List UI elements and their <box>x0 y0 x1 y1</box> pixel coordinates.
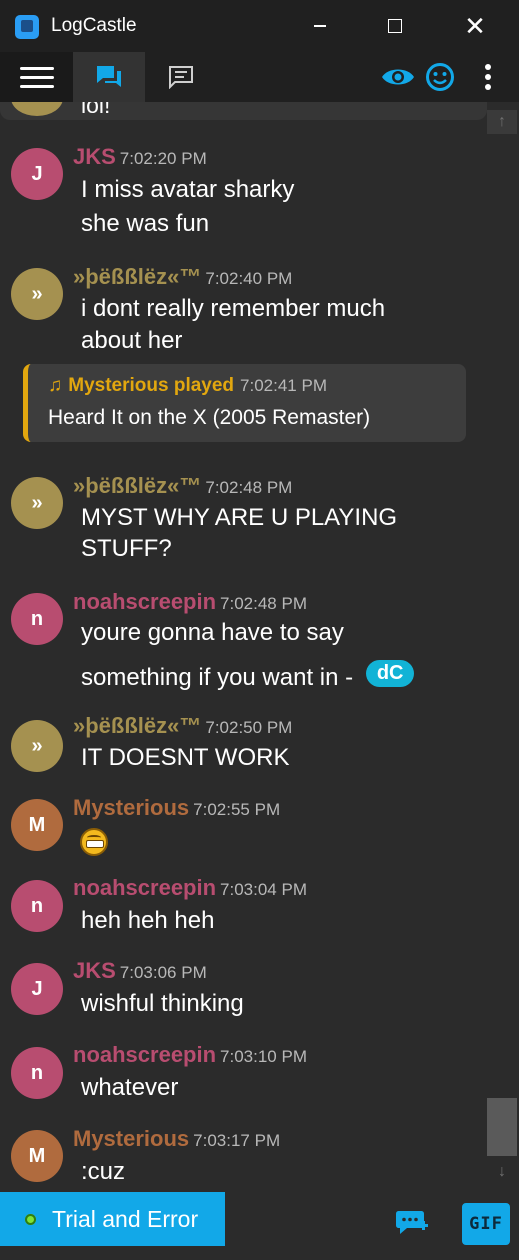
logcastle-app-icon <box>15 15 39 39</box>
music-note-icon: ♫ <box>48 375 63 396</box>
avatar[interactable]: n <box>11 593 63 645</box>
avatar[interactable]: » <box>11 477 63 529</box>
scroll-thumb[interactable] <box>487 1098 517 1156</box>
timestamp: 7:03:17 PM <box>193 1131 281 1150</box>
more-vertical-icon[interactable] <box>476 52 500 102</box>
timestamp: 7:02:50 PM <box>205 718 293 737</box>
timestamp: 7:02:48 PM <box>220 594 307 613</box>
scrollbar[interactable]: ↑ ↓ <box>487 102 519 1190</box>
window-title: LogCastle <box>51 15 137 36</box>
new-chat-icon <box>396 1211 428 1234</box>
avatar[interactable]: M <box>11 799 63 851</box>
username[interactable]: »þëßßlëz«™ <box>73 264 201 289</box>
message-text: :cuz <box>81 1158 126 1185</box>
avatar[interactable]: M <box>11 1130 63 1182</box>
username[interactable]: »þëßßlëz«™ <box>73 713 201 738</box>
music-played-notice: ♫ Mysterious played 7:02:41 PM Heard It on… <box>23 364 466 442</box>
online-status-icon <box>25 1213 36 1225</box>
message-text: wishful thinking <box>81 990 244 1017</box>
message-text: about her <box>81 327 183 354</box>
message-text: STUFF? <box>81 535 172 562</box>
timestamp: 7:02:20 PM <box>119 149 207 168</box>
avatar[interactable]: n <box>11 1047 63 1099</box>
username[interactable]: JKS <box>73 958 116 983</box>
message-text: IT DOESNT WORK <box>81 744 290 771</box>
previous-message: lol! <box>0 102 487 120</box>
minimize-button[interactable] <box>291 0 349 52</box>
chat-bubbles-icon <box>97 66 121 87</box>
username[interactable]: »þëßßlëz«™ <box>73 473 201 498</box>
eye-icon[interactable] <box>380 52 416 102</box>
hamburger-menu-icon[interactable] <box>0 52 73 102</box>
tab-chat[interactable] <box>73 52 145 102</box>
avatar[interactable]: » <box>11 268 63 320</box>
dc-badge[interactable]: dC <box>365 660 415 687</box>
username[interactable]: noahscreepin <box>73 875 216 900</box>
maximize-button[interactable] <box>366 0 424 52</box>
message-text: something if you want in - <box>81 664 360 691</box>
avatar <box>11 102 63 116</box>
message-text: she was fun <box>81 210 210 237</box>
username[interactable]: Mysterious <box>73 1126 189 1151</box>
scroll-down-arrow-icon[interactable]: ↓ <box>487 1160 517 1184</box>
tab-messages[interactable] <box>145 52 217 102</box>
song-title: Heard It on the X (2005 Remaster) <box>48 406 371 429</box>
message-list: lol! J JKS 7:02:20 PM I miss avatar shark… <box>0 102 487 1190</box>
music-notice-user[interactable]: Mysterious played <box>68 375 234 396</box>
toolbar <box>0 52 519 102</box>
timestamp: 7:02:41 PM <box>240 376 327 395</box>
smiley-icon[interactable] <box>423 52 457 102</box>
message-text: I miss avatar sharky <box>81 176 295 203</box>
avatar[interactable]: J <box>11 963 63 1015</box>
scroll-up-arrow-icon[interactable]: ↑ <box>487 110 517 134</box>
grimace-emoji-icon <box>80 828 108 856</box>
message-text: whatever <box>81 1074 179 1101</box>
title-bar: LogCastle ✕ <box>0 0 519 52</box>
gif-button[interactable]: GIF <box>462 1203 510 1245</box>
new-chat-button[interactable] <box>395 1208 429 1240</box>
message-text: lol! <box>81 102 111 118</box>
timestamp: 7:03:10 PM <box>220 1047 307 1066</box>
channel-button[interactable]: Trial and Error <box>0 1192 225 1246</box>
username[interactable]: Mysterious <box>73 795 189 820</box>
message-lines-icon <box>169 66 193 89</box>
close-button[interactable]: ✕ <box>446 0 504 52</box>
username[interactable]: JKS <box>73 144 116 169</box>
timestamp: 7:02:48 PM <box>205 478 293 497</box>
timestamp: 7:03:06 PM <box>119 963 207 982</box>
timestamp: 7:03:04 PM <box>220 880 307 899</box>
message-text: MYST WHY ARE U PLAYING <box>81 504 398 531</box>
timestamp: 7:02:40 PM <box>205 269 293 288</box>
username[interactable]: noahscreepin <box>73 1042 216 1067</box>
avatar[interactable]: n <box>11 880 63 932</box>
message-text: heh heh heh <box>81 907 215 934</box>
message-text: youre gonna have to say <box>81 619 344 646</box>
avatar[interactable]: J <box>11 148 63 200</box>
message-text: i dont really remember much <box>81 295 386 322</box>
avatar[interactable]: » <box>11 720 63 772</box>
channel-name: Trial and Error <box>52 1205 199 1232</box>
username[interactable]: noahscreepin <box>73 589 216 614</box>
timestamp: 7:02:55 PM <box>193 800 281 819</box>
bottom-bar: Trial and Error GIF <box>0 1190 519 1260</box>
